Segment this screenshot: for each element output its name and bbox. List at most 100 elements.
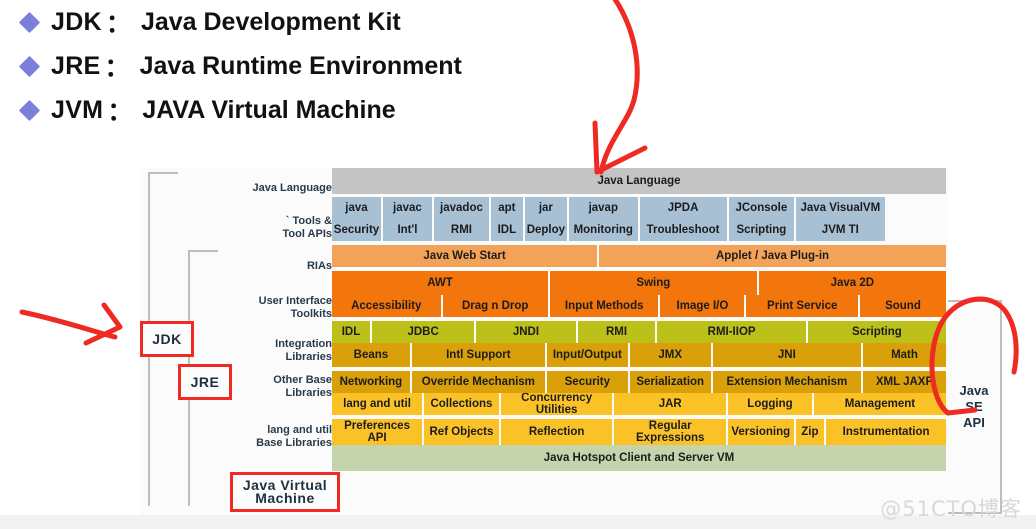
cell-tools-row-1-3: apt bbox=[491, 197, 525, 219]
cell-lang-util-row-1-3: JAR bbox=[614, 393, 728, 415]
cell-other-base-row-1-0: Beans bbox=[332, 343, 412, 367]
cell-lang-util-row-2-0: Preferences API bbox=[332, 419, 425, 445]
list-item: JVM ： JAVA Virtual Machine bbox=[0, 88, 1036, 132]
list-item: JRE ： Java Runtime Environment bbox=[0, 44, 1036, 88]
band-lang-util-row-2: Preferences API Ref Objects Reflection Regu… bbox=[332, 419, 946, 445]
bullet-value: Java Runtime Environment bbox=[139, 51, 462, 80]
cell-other-base-row-1-3: JMX bbox=[629, 343, 713, 367]
row-label-integration: Integration Libraries bbox=[275, 338, 332, 363]
bullet-colon: ： bbox=[104, 54, 130, 82]
cell-ui-toolkits-row-2-4: Print Service bbox=[746, 295, 860, 317]
platform-band-grid: Java Language java javac javadoc apt jar javap… bbox=[332, 168, 946, 471]
watermark: @51CTO博客 bbox=[880, 497, 1022, 521]
bullet-list: JDK ： Java Development Kit JRE ： Java Ru… bbox=[0, 0, 1036, 132]
cell-other-base-row-2-1: Override Mechanism bbox=[411, 371, 547, 393]
cell-integration-libraries-4: RMI-IIOP bbox=[657, 321, 808, 343]
cell-rias-0: Java Web Start bbox=[332, 245, 600, 267]
annotation-arrowhead-left bbox=[83, 302, 123, 346]
cell-tools-row-2-8: JVM TI bbox=[796, 219, 885, 241]
bullet-key: JVM bbox=[51, 95, 104, 124]
band-integration-libraries: IDL JDBC JNDI RMI RMI-IIOP Scripting bbox=[332, 321, 946, 343]
cell-hotspot-vm-0: Java Hotspot Client and Server VM bbox=[332, 445, 946, 471]
cell-tools-row-2-4: Deploy bbox=[524, 219, 569, 241]
scope-brackets: JDK JRE bbox=[140, 168, 235, 516]
cell-tools-row-2-2: RMI bbox=[433, 219, 491, 241]
band-tools-row-1: java javac javadoc apt jar javap JPDA JConsole J… bbox=[332, 197, 946, 219]
cell-rias-1: Applet / Java Plug-in bbox=[599, 245, 946, 267]
cell-lang-util-row-2-5: Zip bbox=[795, 419, 827, 445]
band-lang-util-row-1: lang and util Collections Concurrency Util… bbox=[332, 393, 946, 415]
se-api-line-2: SE bbox=[965, 399, 983, 414]
row-label-ui-toolkits: User Interface Toolkits bbox=[259, 295, 332, 320]
bullet-colon: ： bbox=[105, 10, 131, 38]
cell-lang-util-row-1-4: Logging bbox=[728, 393, 814, 415]
cell-lang-util-row-1-0: lang and util bbox=[332, 393, 425, 415]
cell-tools-row-1-1: javac bbox=[382, 197, 434, 219]
cell-other-base-row-2-4: Extension Mechanism bbox=[712, 371, 864, 393]
java-platform-diagram: JDK JRE Java Language ` Tools & Tool API… bbox=[140, 168, 948, 516]
cell-tools-row-2-7: Scripting bbox=[728, 219, 797, 241]
cell-lang-util-row-1-2: Concurrency Utilities bbox=[500, 393, 615, 415]
cell-java-language-0: Java Language bbox=[332, 168, 946, 194]
cell-integration-libraries-5: Scripting bbox=[807, 321, 946, 343]
row-label-line: ` Tools & bbox=[285, 215, 332, 227]
row-label-tools: ` Tools & Tool APIs bbox=[283, 215, 333, 240]
cell-lang-util-row-2-2: Reflection bbox=[500, 419, 615, 445]
jre-tag-label: JRE bbox=[190, 374, 220, 390]
java-se-api-label: Java SE API bbox=[960, 383, 989, 431]
row-label-rias: RIAs bbox=[307, 260, 332, 273]
cell-other-base-row-2-5: XML JAXP bbox=[863, 371, 946, 393]
cell-lang-util-row-2-6: Instrumentation bbox=[826, 419, 946, 445]
cell-integration-libraries-3: RMI bbox=[577, 321, 658, 343]
row-label-line: lang and util bbox=[267, 424, 332, 436]
java-se-api-bracket: Java SE API bbox=[948, 300, 1002, 514]
bullet-colon: ： bbox=[107, 98, 133, 126]
band-tools-row-2: Security Int'l RMI IDL Deploy Monitoring Troub… bbox=[332, 219, 946, 241]
cell-lang-util-row-1-5: Management bbox=[813, 393, 946, 415]
band-java-language: Java Language bbox=[332, 168, 946, 194]
cell-lang-util-row-2-1: Ref Objects bbox=[424, 419, 501, 445]
cell-other-base-row-2-3: Serialization bbox=[629, 371, 713, 393]
cell-tools-row-1-7: JConsole bbox=[728, 197, 797, 219]
row-label-line: RIAs bbox=[306, 260, 332, 272]
cell-lang-util-row-1-1: Collections bbox=[424, 393, 501, 415]
jdk-tag: JDK bbox=[140, 321, 194, 357]
row-label-line: User Interface bbox=[258, 295, 332, 307]
cell-tools-row-2-1: Int'l bbox=[382, 219, 434, 241]
cell-integration-libraries-1: JDBC bbox=[371, 321, 477, 343]
cell-other-base-row-1-5: Math bbox=[863, 343, 946, 367]
band-ui-toolkits-row-1: AWT Swing Java 2D bbox=[332, 271, 946, 295]
row-label-java-language: Java Language bbox=[253, 182, 332, 195]
row-label-lang-util: lang and util Base Libraries bbox=[256, 424, 332, 449]
band-other-base-row-2: Networking Override Mechanism Security Seri… bbox=[332, 371, 946, 393]
diamond-bullet-icon bbox=[18, 55, 41, 77]
row-label-line: Integration bbox=[275, 338, 332, 350]
band-other-base-row-1: Beans Intl Support Input/Output JMX JNI Math bbox=[332, 343, 946, 367]
diamond-bullet-icon bbox=[18, 11, 41, 33]
cell-tools-row-1-4: jar bbox=[524, 197, 569, 219]
cell-ui-toolkits-row-1-2: Java 2D bbox=[758, 271, 946, 295]
row-label-line: Toolkits bbox=[290, 307, 332, 320]
jdk-tag-label: JDK bbox=[152, 331, 182, 347]
cell-other-base-row-1-4: JNI bbox=[712, 343, 864, 367]
row-label-line: Java Language bbox=[252, 182, 332, 194]
cell-integration-libraries-2: JNDI bbox=[476, 321, 578, 343]
cell-ui-toolkits-row-2-0: Accessibility bbox=[332, 295, 443, 317]
jvm-tag-line-2: Machine bbox=[255, 490, 315, 506]
annotation-arrow-left bbox=[19, 309, 118, 340]
java-virtual-machine-tag: Java Virtual Machine bbox=[230, 472, 340, 512]
row-label-line: Libraries bbox=[285, 386, 332, 399]
row-label-line: Libraries bbox=[285, 350, 332, 363]
cell-ui-toolkits-row-2-2: Input Methods bbox=[549, 295, 661, 317]
cell-tools-row-1-2: javadoc bbox=[433, 197, 491, 219]
cell-other-base-row-1-1: Intl Support bbox=[411, 343, 547, 367]
cell-other-base-row-2-2: Security bbox=[546, 371, 630, 393]
list-item: JDK ： Java Development Kit bbox=[0, 0, 1036, 44]
cell-ui-toolkits-row-2-5: Sound bbox=[860, 295, 946, 317]
cell-tools-row-1-6: JPDA bbox=[639, 197, 729, 219]
row-label-other-base: Other Base Libraries bbox=[273, 374, 332, 399]
cell-tools-row-2-5: Monitoring bbox=[568, 219, 640, 241]
bullet-key: JRE bbox=[51, 51, 101, 80]
row-label-line: Base Libraries bbox=[256, 436, 332, 449]
bullet-value: JAVA Virtual Machine bbox=[142, 95, 396, 124]
